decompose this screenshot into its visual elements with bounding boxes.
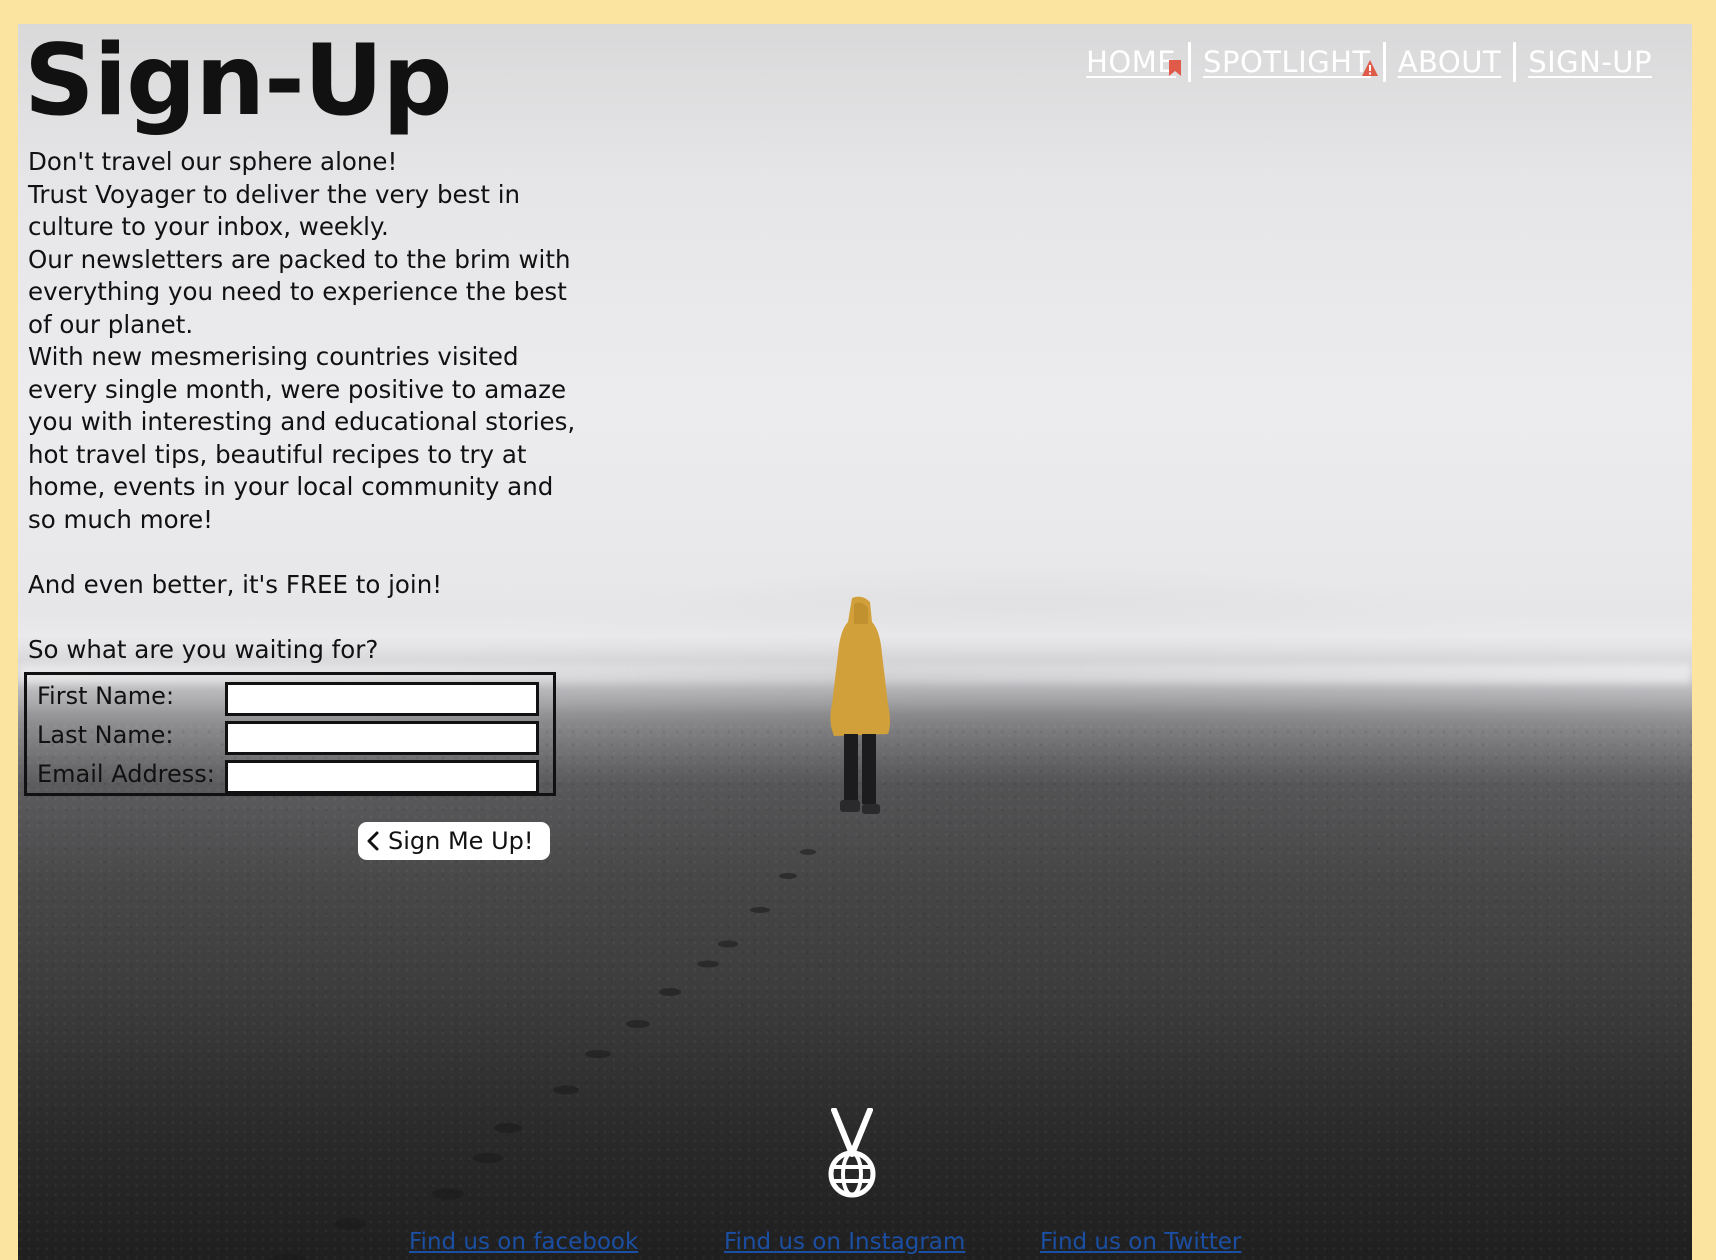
sign-me-up-label: Sign Me Up!	[388, 827, 534, 855]
email-address-input[interactable]	[225, 760, 539, 794]
last-name-input[interactable]	[225, 721, 539, 755]
nav-link-label: ABOUT	[1397, 45, 1502, 79]
top-navigation: HOME SPOTLIGHT ABOUT SIGN-UP	[1074, 40, 1664, 84]
last-name-label: Last Name:	[37, 721, 174, 749]
nav-link-label: SIGN-UP	[1528, 45, 1652, 79]
nav-link-about[interactable]: ABOUT	[1386, 45, 1514, 79]
chevron-left-icon	[367, 831, 379, 851]
form-row-last-name: Last Name:	[27, 717, 553, 755]
bookmark-icon	[1169, 60, 1182, 76]
page-title: Sign-Up	[24, 24, 452, 138]
page-frame: Sign-Up HOME SPOTLIGHT ABOUT SIGN-UP Don…	[18, 24, 1692, 1260]
intro-paragraph: Don't travel our sphere alone!	[28, 147, 398, 176]
warning-icon	[1361, 60, 1378, 76]
voyager-globe-logo-icon	[828, 1108, 876, 1198]
first-name-input[interactable]	[225, 682, 539, 716]
facebook-link[interactable]: Find us on facebook	[409, 1229, 638, 1255]
intro-paragraph: With new mesmerising countries visited e…	[28, 342, 576, 534]
form-row-first-name: First Name:	[27, 678, 553, 716]
signup-form: First Name: Last Name: Email Address:	[24, 672, 556, 796]
email-address-label: Email Address:	[37, 760, 215, 788]
walking-person-figure	[830, 596, 890, 814]
nav-link-spotlight[interactable]: SPOTLIGHT	[1191, 45, 1383, 79]
footer-social-links: Find us on facebook Find us on Instagram…	[18, 1229, 1692, 1260]
form-row-email: Email Address:	[27, 756, 553, 794]
intro-paragraph: And even better, it's FREE to join!	[28, 569, 443, 599]
intro-paragraph: Trust Voyager to deliver the very best i…	[28, 179, 521, 242]
twitter-link[interactable]: Find us on Twitter	[1040, 1229, 1241, 1255]
intro-paragraph: Our newsletters are packed to the brim w…	[28, 244, 571, 339]
nav-link-home[interactable]: HOME	[1074, 45, 1188, 79]
sign-me-up-button[interactable]: Sign Me Up!	[358, 822, 550, 860]
nav-link-sign-up[interactable]: SIGN-UP	[1516, 45, 1664, 79]
first-name-label: First Name:	[37, 682, 175, 710]
nav-link-label: SPOTLIGHT	[1203, 45, 1371, 79]
intro-paragraph: So what are you waiting for?	[28, 634, 379, 664]
intro-text: Don't travel our sphere alone! Trust Voy…	[28, 146, 588, 666]
instagram-link[interactable]: Find us on Instagram	[724, 1229, 965, 1255]
nav-link-label: HOME	[1086, 45, 1177, 79]
